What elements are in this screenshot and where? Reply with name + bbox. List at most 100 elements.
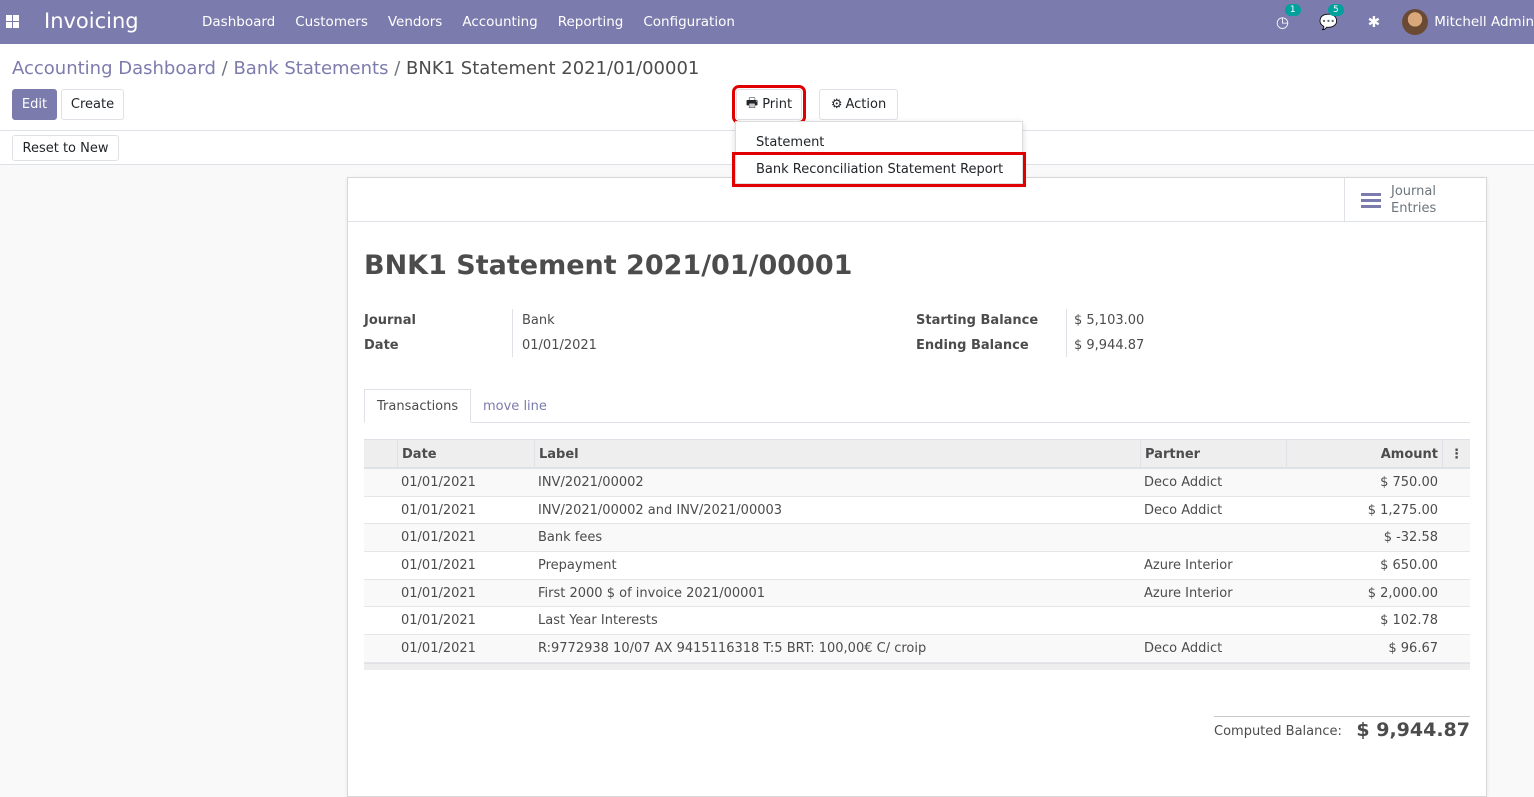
tab-transactions[interactable]: Transactions	[364, 389, 471, 423]
cell-label: First 2000 $ of invoice 2021/00001	[538, 585, 765, 601]
table-row[interactable]: 01/01/2021 R:9772938 10/07 AX 9415116318 …	[364, 635, 1470, 663]
cell-amount: $ 2,000.00	[1367, 585, 1438, 601]
cell-partner: Deco Addict	[1144, 502, 1223, 518]
journal-label: Journal	[364, 313, 416, 328]
cell-label: INV/2021/00002	[538, 475, 644, 490]
cell-date: 01/01/2021	[401, 558, 476, 574]
ending-balance-label: Ending Balance	[916, 338, 1029, 353]
menu-accounting[interactable]: Accounting	[452, 14, 547, 30]
starting-balance-label: Starting Balance	[916, 313, 1039, 328]
transactions-table: Date Label Partner Amount ⋮ 01/01/2021 IN…	[364, 439, 1470, 670]
print-statement-item[interactable]: Statement	[736, 129, 1022, 155]
cell-label: INV/2021/00002 and INV/2021/00003	[538, 502, 783, 518]
table-row[interactable]: 01/01/2021 Bank fees $ -32.58	[364, 524, 1470, 553]
cell-amount: $ 96.67	[1388, 641, 1438, 657]
top-navbar: Invoicing Dashboard Customers Vendors Ac…	[0, 0, 1534, 44]
messages-badge: 5	[1327, 4, 1344, 16]
starting-balance-value: $ 5,103.00	[1074, 313, 1145, 328]
apps-grid-icon[interactable]	[6, 15, 19, 28]
column-header-date[interactable]: Date	[397, 440, 534, 468]
cell-partner: Azure Interior	[1144, 585, 1233, 601]
table-header: Date Label Partner Amount ⋮	[364, 439, 1470, 469]
table-row[interactable]: 01/01/2021 INV/2021/00002 Deco Addict $ 750…	[364, 469, 1470, 497]
field-divider	[512, 309, 513, 357]
breadcrumb-current: BNK1 Statement 2021/01/00001	[406, 58, 700, 79]
app-title[interactable]: Invoicing	[44, 9, 139, 33]
activity-clock-icon[interactable]: ◷ 1	[1276, 4, 1301, 31]
menu-vendors[interactable]: Vendors	[378, 14, 452, 30]
tab-move-line[interactable]: move line	[471, 389, 559, 423]
optional-columns-icon[interactable]: ⋮	[1442, 440, 1470, 468]
cell-label: Prepayment	[538, 558, 617, 574]
form-sheet: Journal Entries BNK1 Statement 2021/01/0…	[347, 177, 1487, 797]
systray: ◷ 1 💬 5 ✱ Mitchell Admin	[1276, 0, 1534, 44]
record-title: BNK1 Statement 2021/01/00001	[364, 250, 853, 281]
computed-balance-label: Computed Balance:	[1214, 724, 1342, 739]
edit-button[interactable]: Edit	[12, 89, 57, 120]
print-bank-reconciliation-report-item[interactable]: Bank Reconciliation Statement Report	[732, 152, 1026, 187]
table-row[interactable]: 01/01/2021 Prepayment Azure Interior $ 650.…	[364, 552, 1470, 580]
table-footer	[364, 662, 1470, 670]
breadcrumb-separator: /	[221, 58, 228, 79]
journal-entries-smart-button[interactable]: Journal Entries	[1344, 178, 1486, 222]
breadcrumb: Accounting Dashboard / Bank Statements /…	[12, 58, 699, 79]
button-box: Journal Entries	[348, 178, 1486, 222]
control-panel: Accounting Dashboard / Bank Statements /…	[0, 44, 1534, 131]
reset-to-new-button[interactable]: Reset to New	[12, 135, 119, 161]
cell-amount: $ 650.00	[1380, 558, 1438, 574]
debug-bug-icon[interactable]: ✱	[1368, 13, 1381, 31]
computed-balance-value: $ 9,944.87	[1356, 719, 1470, 741]
cell-date: 01/01/2021	[401, 475, 476, 490]
handle-column-header	[364, 440, 398, 468]
journal-entries-label: Journal Entries	[1391, 184, 1437, 216]
print-button[interactable]: 🖶 Print	[732, 85, 806, 124]
cell-partner: Azure Interior	[1144, 558, 1233, 574]
table-body: 01/01/2021 INV/2021/00002 Deco Addict $ 750…	[364, 469, 1470, 663]
main-menu: Dashboard Customers Vendors Accounting R…	[192, 0, 745, 44]
cell-date: 01/01/2021	[401, 613, 476, 629]
user-avatar[interactable]	[1402, 9, 1429, 35]
menu-dashboard[interactable]: Dashboard	[192, 14, 285, 30]
journal-value[interactable]: Bank	[522, 313, 555, 328]
cell-amount: $ -32.58	[1383, 530, 1438, 546]
notebook-tabs: Transactions move line	[364, 389, 1470, 423]
cell-amount: $ 1,275.00	[1367, 502, 1438, 518]
cell-date: 01/01/2021	[401, 530, 476, 546]
gear-icon: ⚙	[830, 97, 843, 112]
messages-icon[interactable]: 💬 5	[1319, 4, 1344, 31]
balance-divider	[1214, 716, 1470, 717]
menu-customers[interactable]: Customers	[285, 14, 378, 30]
column-header-label[interactable]: Label	[534, 440, 1140, 468]
cell-date: 01/01/2021	[401, 502, 476, 518]
action-button[interactable]: ⚙ Action	[819, 89, 898, 120]
breadcrumb-accounting-dashboard[interactable]: Accounting Dashboard	[12, 58, 216, 79]
breadcrumb-bank-statements[interactable]: Bank Statements	[233, 58, 388, 79]
cell-label: R:9772938 10/07 AX 9415116318 T:5 BRT: 1…	[538, 641, 927, 657]
cell-partner: Deco Addict	[1144, 475, 1223, 490]
activity-badge: 1	[1284, 4, 1301, 16]
table-row[interactable]: 01/01/2021 First 2000 $ of invoice 2021/0…	[364, 579, 1470, 608]
cell-label: Last Year Interests	[538, 613, 658, 629]
printer-icon: 🖶	[745, 95, 759, 111]
cell-label: Bank fees	[538, 530, 603, 546]
cell-date: 01/01/2021	[401, 641, 476, 657]
table-row[interactable]: 01/01/2021 Last Year Interests $ 102.78	[364, 607, 1470, 636]
column-header-partner[interactable]: Partner	[1140, 440, 1286, 468]
cell-amount: $ 750.00	[1380, 475, 1438, 490]
menu-configuration[interactable]: Configuration	[633, 14, 745, 30]
table-row[interactable]: 01/01/2021 INV/2021/00002 and INV/2021/00…	[364, 497, 1470, 525]
cell-date: 01/01/2021	[401, 585, 476, 601]
field-divider	[1066, 309, 1067, 357]
cell-partner: Deco Addict	[1144, 641, 1223, 657]
ending-balance-value: $ 9,944.87	[1074, 338, 1145, 353]
create-button[interactable]: Create	[61, 89, 124, 120]
column-header-amount[interactable]: Amount	[1286, 440, 1442, 468]
date-label: Date	[364, 338, 399, 353]
user-name[interactable]: Mitchell Admin	[1434, 14, 1534, 30]
print-dropdown-menu: Statement Bank Reconciliation Statement …	[732, 121, 1026, 187]
menu-reporting[interactable]: Reporting	[548, 14, 634, 30]
bars-icon	[1361, 190, 1381, 211]
action-label: Action	[845, 97, 887, 112]
cell-partner	[1140, 607, 1286, 634]
print-label: Print	[762, 97, 793, 112]
